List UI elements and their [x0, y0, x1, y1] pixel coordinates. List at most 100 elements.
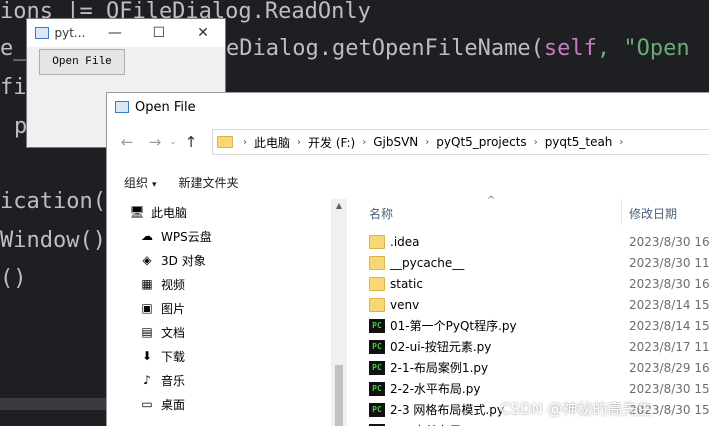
breadcrumb-separator[interactable]: ›: [425, 137, 429, 148]
breadcrumb-separator[interactable]: ›: [297, 137, 301, 148]
folder-icon: [369, 297, 385, 312]
breadcrumb-separator: ›: [243, 136, 247, 148]
breadcrumb-separator[interactable]: ›: [362, 137, 366, 148]
breadcrumb-item[interactable]: 开发 (F:): [308, 134, 355, 151]
code-line: fi: [0, 75, 27, 100]
folder-icon: [369, 234, 385, 249]
recent-locations-icon[interactable]: ⌄: [167, 137, 179, 147]
pycharm-file-icon: PC: [369, 381, 385, 396]
tree-item[interactable]: ▭ 桌面: [139, 393, 185, 415]
file-list: ^ 名称 修改日期 .idea 2023/8/30 16: __pycache__ 2…: [347, 195, 709, 426]
code-line: eDialog.getOpenFileName(self, "Open: [226, 36, 690, 61]
window-titlebar: pyt... — ☐ ✕: [27, 19, 225, 47]
breadcrumb-item[interactable]: pyQt5_projects: [436, 135, 526, 149]
file-row[interactable]: PC 02-ui-按钮元素.py 2023/8/17 11:: [347, 336, 709, 357]
file-name: venv: [390, 297, 420, 312]
editor-scrollbar[interactable]: [0, 398, 110, 410]
minimize-button[interactable]: —: [93, 25, 137, 41]
column-divider[interactable]: [621, 199, 622, 225]
dialog-title: Open File: [135, 99, 196, 115]
folder-icon: [369, 276, 385, 291]
column-header-name[interactable]: 名称: [369, 205, 393, 222]
file-name: 2-3 网格布局模式.py: [390, 403, 504, 417]
file-date: 2023/8/30 16:: [629, 276, 709, 291]
file-date: 2023/8/29 16:: [629, 360, 709, 375]
breadcrumb-item[interactable]: GjbSVN: [373, 135, 418, 149]
breadcrumb-item[interactable]: 此电脑: [254, 134, 290, 151]
file-row[interactable]: PC2-4 表单布局.py2023/8/30 15:: [347, 420, 709, 426]
tree-item[interactable]: ▣ 图片: [139, 297, 185, 319]
file-date: 2023/8/30 15:: [629, 381, 709, 396]
open-file-dialog: Open File ← → ⌄ ↑ › 此电脑 › 开发 (F:) › GjbS…: [106, 92, 709, 426]
dialog-toolbar: 组织 ▾ 新建文件夹: [107, 167, 709, 197]
breadcrumb-separator[interactable]: ›: [534, 137, 538, 148]
address-bar[interactable]: › 此电脑 › 开发 (F:) › GjbSVN › pyQt5_project…: [212, 129, 709, 155]
file-row[interactable]: .idea 2023/8/30 16:: [347, 231, 709, 252]
cloud-icon: ☁: [141, 229, 153, 243]
app-icon: [35, 27, 49, 39]
breadcrumb-item[interactable]: pyqt5_teah: [545, 135, 613, 149]
tree-item[interactable]: ♪ 音乐: [139, 369, 185, 391]
maximize-button[interactable]: ☐: [137, 25, 181, 41]
computer-icon: 🖥: [129, 205, 145, 219]
file-row[interactable]: static 2023/8/30 16:: [347, 273, 709, 294]
pycharm-file-icon: PC: [369, 339, 385, 354]
scroll-up-icon[interactable]: ▲: [331, 201, 347, 210]
tree-item[interactable]: ☁ WPS云盘: [139, 225, 212, 247]
code-line: ication(: [0, 189, 106, 214]
file-name: 2-4 表单布局.py: [390, 422, 480, 426]
scrollbar-thumb[interactable]: [335, 365, 343, 426]
pycharm-file-icon: PC: [369, 402, 385, 417]
tree-item-label: 音乐: [161, 373, 186, 388]
video-icon: ▦: [141, 277, 153, 291]
tree-item-label: 此电脑: [151, 205, 188, 220]
download-icon: ⬇: [141, 349, 153, 363]
file-name: 2-2-水平布局.py: [390, 382, 481, 396]
new-folder-button[interactable]: 新建文件夹: [179, 174, 239, 191]
tree-item[interactable]: ◈ 3D 对象: [139, 249, 205, 271]
file-row[interactable]: PC 01-第一个PyQt程序.py 2023/8/14 15:: [347, 315, 709, 336]
tree-item-label: 图片: [161, 301, 186, 316]
tree-item-label: 下载: [161, 349, 186, 364]
navigation-pane-scrollbar[interactable]: ▲: [331, 199, 347, 426]
app-icon: [115, 101, 129, 113]
tree-item-label: 桌面: [161, 397, 186, 412]
file-row[interactable]: PC 2-1-布局案例1.py 2023/8/29 16:: [347, 357, 709, 378]
forward-arrow-icon[interactable]: →: [143, 133, 167, 151]
file-name: __pycache__: [390, 255, 465, 270]
tree-item-label: 文档: [161, 325, 186, 340]
file-date: 2023/8/14 15:: [629, 318, 709, 333]
file-name: .idea: [390, 234, 420, 249]
folder-icon: [217, 136, 233, 148]
window-title: pyt...: [54, 26, 86, 40]
file-row[interactable]: __pycache__ 2023/8/30 11:: [347, 252, 709, 273]
file-date: 2023/8/14 15:: [629, 297, 709, 312]
code-line: Window(): [0, 228, 106, 253]
pycharm-file-icon: PC: [369, 318, 385, 333]
back-arrow-icon[interactable]: ←: [115, 133, 139, 151]
tree-item[interactable]: ▤ 文档: [139, 321, 185, 343]
code-line: (): [0, 266, 27, 291]
navigation-bar: ← → ⌄ ↑ › 此电脑 › 开发 (F:) › GjbSVN › pyQt5…: [107, 127, 709, 157]
dialog-titlebar: Open File: [107, 93, 709, 121]
close-button[interactable]: ✕: [181, 25, 225, 41]
organize-menu[interactable]: 组织 ▾: [124, 174, 157, 191]
column-header-date[interactable]: 修改日期: [629, 205, 677, 222]
open-file-button[interactable]: Open File: [39, 49, 125, 75]
file-date: 2023/8/30 16:: [629, 234, 709, 249]
file-name: static: [390, 276, 423, 291]
navigation-pane: 🖥 此电脑 ☁ WPS云盘 ◈ 3D 对象 ▦ 视频 ▣ 图片 ▤ 文档 ⬇ 下载 ♪ 音乐 ▭ 桌面: [107, 199, 331, 426]
tree-item[interactable]: ▦ 视频: [139, 273, 185, 295]
breadcrumb-separator[interactable]: ›: [619, 137, 623, 148]
tree-item[interactable]: ⬇ 下载: [139, 345, 185, 367]
tree-item-label: WPS云盘: [161, 229, 212, 244]
file-name: 2-1-布局案例1.py: [390, 361, 489, 375]
folder-icon: [369, 255, 385, 270]
tree-item[interactable]: 🖥 此电脑: [129, 201, 187, 223]
picture-icon: ▣: [141, 301, 153, 315]
file-name: 01-第一个PyQt程序.py: [390, 319, 517, 333]
file-row[interactable]: venv 2023/8/14 15:: [347, 294, 709, 315]
file-name: 02-ui-按钮元素.py: [390, 340, 492, 354]
file-row[interactable]: PC 2-2-水平布局.py 2023/8/30 15:: [347, 378, 709, 399]
up-arrow-icon[interactable]: ↑: [179, 133, 203, 151]
